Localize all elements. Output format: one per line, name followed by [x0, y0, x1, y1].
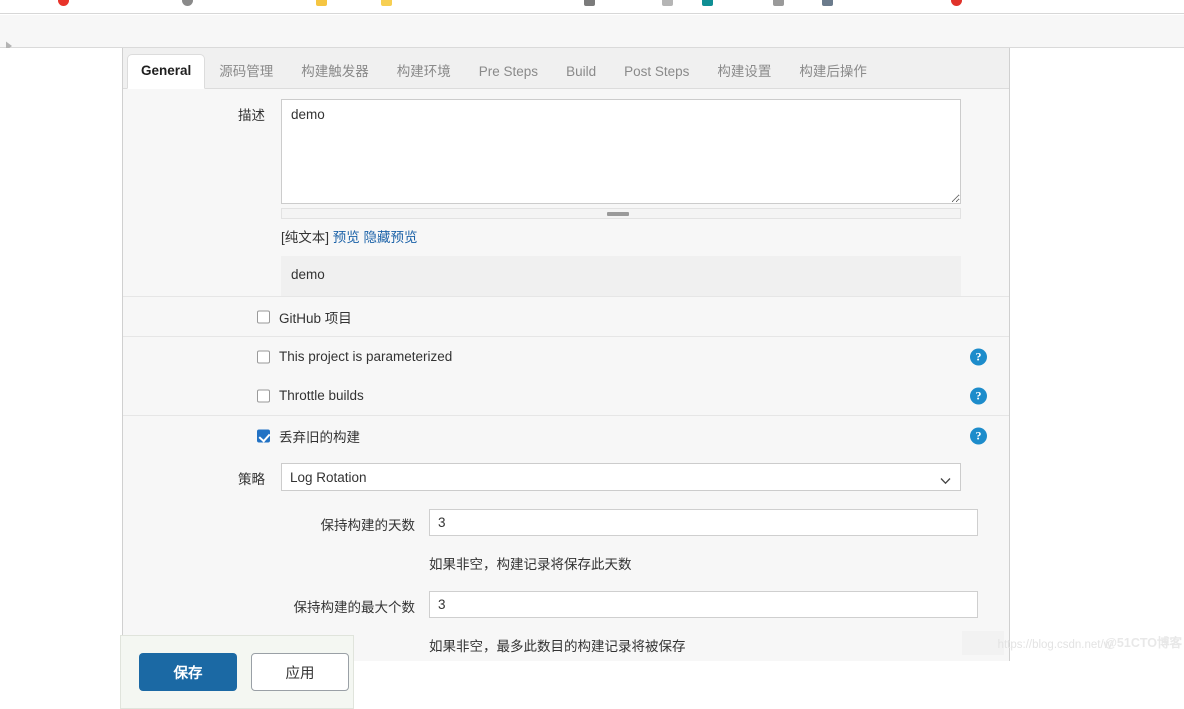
watermark-brand: @51CTO博客 — [1104, 636, 1182, 650]
description-label: 描述 — [238, 108, 265, 123]
description-preview-box: demo — [281, 256, 961, 296]
checkbox-checked[interactable] — [257, 429, 270, 442]
checkbox-sections: GitHub 项目 This project is parameterized? T… — [123, 296, 1009, 455]
checkbox-row[interactable]: Throttle builds? — [123, 376, 1009, 415]
checkbox-label[interactable]: Throttle builds — [279, 388, 364, 403]
help-icon[interactable]: ? — [970, 387, 987, 404]
checkbox-label[interactable]: GitHub 项目 — [279, 307, 352, 327]
job-config-panel: General 源码管理 构建触发器 构建环境 Pre Steps Build Post S… — [122, 48, 1010, 661]
page-canvas: General 源码管理 构建触发器 构建环境 Pre Steps Build Post S… — [0, 48, 1184, 709]
max-builds-label: 保持构建的最大个数 — [293, 600, 416, 615]
tab-item-5[interactable]: Build — [552, 55, 610, 90]
help-icon[interactable]: ? — [970, 427, 987, 444]
save-button[interactable]: 保存 — [139, 653, 237, 691]
favicon-gray-dot[interactable] — [182, 0, 193, 6]
description-format-links: [纯文本] 预览 隐藏预览 — [281, 226, 961, 246]
favicon-gray-small[interactable] — [662, 0, 673, 6]
checkbox-label[interactable]: 丢弃旧的构建 — [279, 426, 360, 446]
favicon-red-circle2[interactable] — [951, 0, 962, 6]
apply-button[interactable]: 应用 — [251, 653, 349, 691]
hide-preview-link[interactable]: 隐藏预览 — [364, 230, 418, 245]
tab-item-1[interactable]: 源码管理 — [205, 55, 287, 90]
description-field-col: [纯文本] 预览 隐藏预览 demo — [281, 99, 1009, 296]
checkbox-section: This project is parameterized? Throttle b… — [123, 336, 1009, 415]
checkbox-row[interactable]: This project is parameterized? — [123, 337, 1009, 376]
description-horizontal-scrollbar[interactable] — [281, 208, 961, 219]
days-to-keep-help: 如果非空，构建记录将保存此天数 — [429, 557, 632, 572]
strategy-label: 策略 — [238, 472, 265, 487]
scrollbar-thumb[interactable] — [607, 212, 630, 216]
strategy-select-wrap: Log Rotation — [281, 463, 961, 491]
checkbox-unchecked[interactable] — [257, 389, 270, 402]
tab-item-4[interactable]: Pre Steps — [465, 55, 552, 90]
description-row: 描述 [纯文本] 预览 隐藏预览 demo — [123, 89, 1009, 296]
tab-item-3[interactable]: 构建环境 — [383, 55, 465, 90]
floating-save-bar: 保存 应用 — [120, 635, 354, 709]
watermark-url: https://blog.csdn.net/w — [997, 639, 1112, 651]
checkbox-row[interactable]: GitHub 项目 — [123, 297, 1009, 336]
favicon-yellow-box2[interactable] — [381, 0, 392, 6]
favicon-yellow-box[interactable] — [316, 0, 327, 6]
favicon-gray-box2[interactable] — [773, 0, 784, 6]
description-textarea[interactable] — [281, 99, 961, 204]
config-tab-bar: General 源码管理 构建触发器 构建环境 Pre Steps Build Post S… — [123, 48, 1009, 89]
config-form-body: 描述 [纯文本] 预览 隐藏预览 demo GitHub 项目 This proj… — [123, 89, 1009, 661]
strategy-select[interactable]: Log Rotation — [281, 463, 961, 491]
strategy-row: 策略 Log Rotation — [123, 455, 1009, 491]
checkbox-row[interactable]: 丢弃旧的构建? — [123, 416, 1009, 455]
tab-item-7[interactable]: 构建设置 — [703, 55, 785, 90]
tab-item-2[interactable]: 构建触发器 — [287, 55, 383, 90]
days-to-keep-input[interactable] — [429, 509, 978, 536]
favicon-gray-box[interactable] — [584, 0, 595, 6]
days-to-keep-label: 保持构建的天数 — [320, 518, 416, 533]
help-icon[interactable]: ? — [970, 348, 987, 365]
favicon-red-circle[interactable] — [58, 0, 69, 6]
checkbox-section: GitHub 项目 — [123, 296, 1009, 336]
favicon-teal-box[interactable] — [702, 0, 713, 6]
favicon-blue-gray[interactable] — [822, 0, 833, 6]
preview-link[interactable]: 预览 — [333, 230, 360, 245]
bookmarks-bar — [0, 0, 1184, 14]
discard-builds-strategy-block: 策略 Log Rotation 保持构建的天数 如果非 — [123, 455, 1009, 655]
tab-general[interactable]: General — [127, 53, 206, 89]
checkbox-unchecked[interactable] — [257, 310, 270, 323]
checkbox-unchecked[interactable] — [257, 350, 270, 363]
tab-item-8[interactable]: 构建后操作 — [785, 55, 881, 90]
max-builds-row: 保持构建的最大个数 — [123, 573, 1009, 618]
tab-item-6[interactable]: Post Steps — [610, 55, 703, 90]
browser-toolbar-row — [0, 15, 1184, 51]
checkbox-label[interactable]: This project is parameterized — [279, 349, 452, 364]
checkbox-section: 丢弃旧的构建? — [123, 415, 1009, 455]
plain-text-format-note: [纯文本] — [281, 230, 330, 245]
max-builds-input[interactable] — [429, 591, 978, 618]
max-builds-help: 如果非空，最多此数目的构建记录将被保存 — [429, 639, 686, 654]
days-to-keep-row: 保持构建的天数 — [123, 491, 1009, 536]
